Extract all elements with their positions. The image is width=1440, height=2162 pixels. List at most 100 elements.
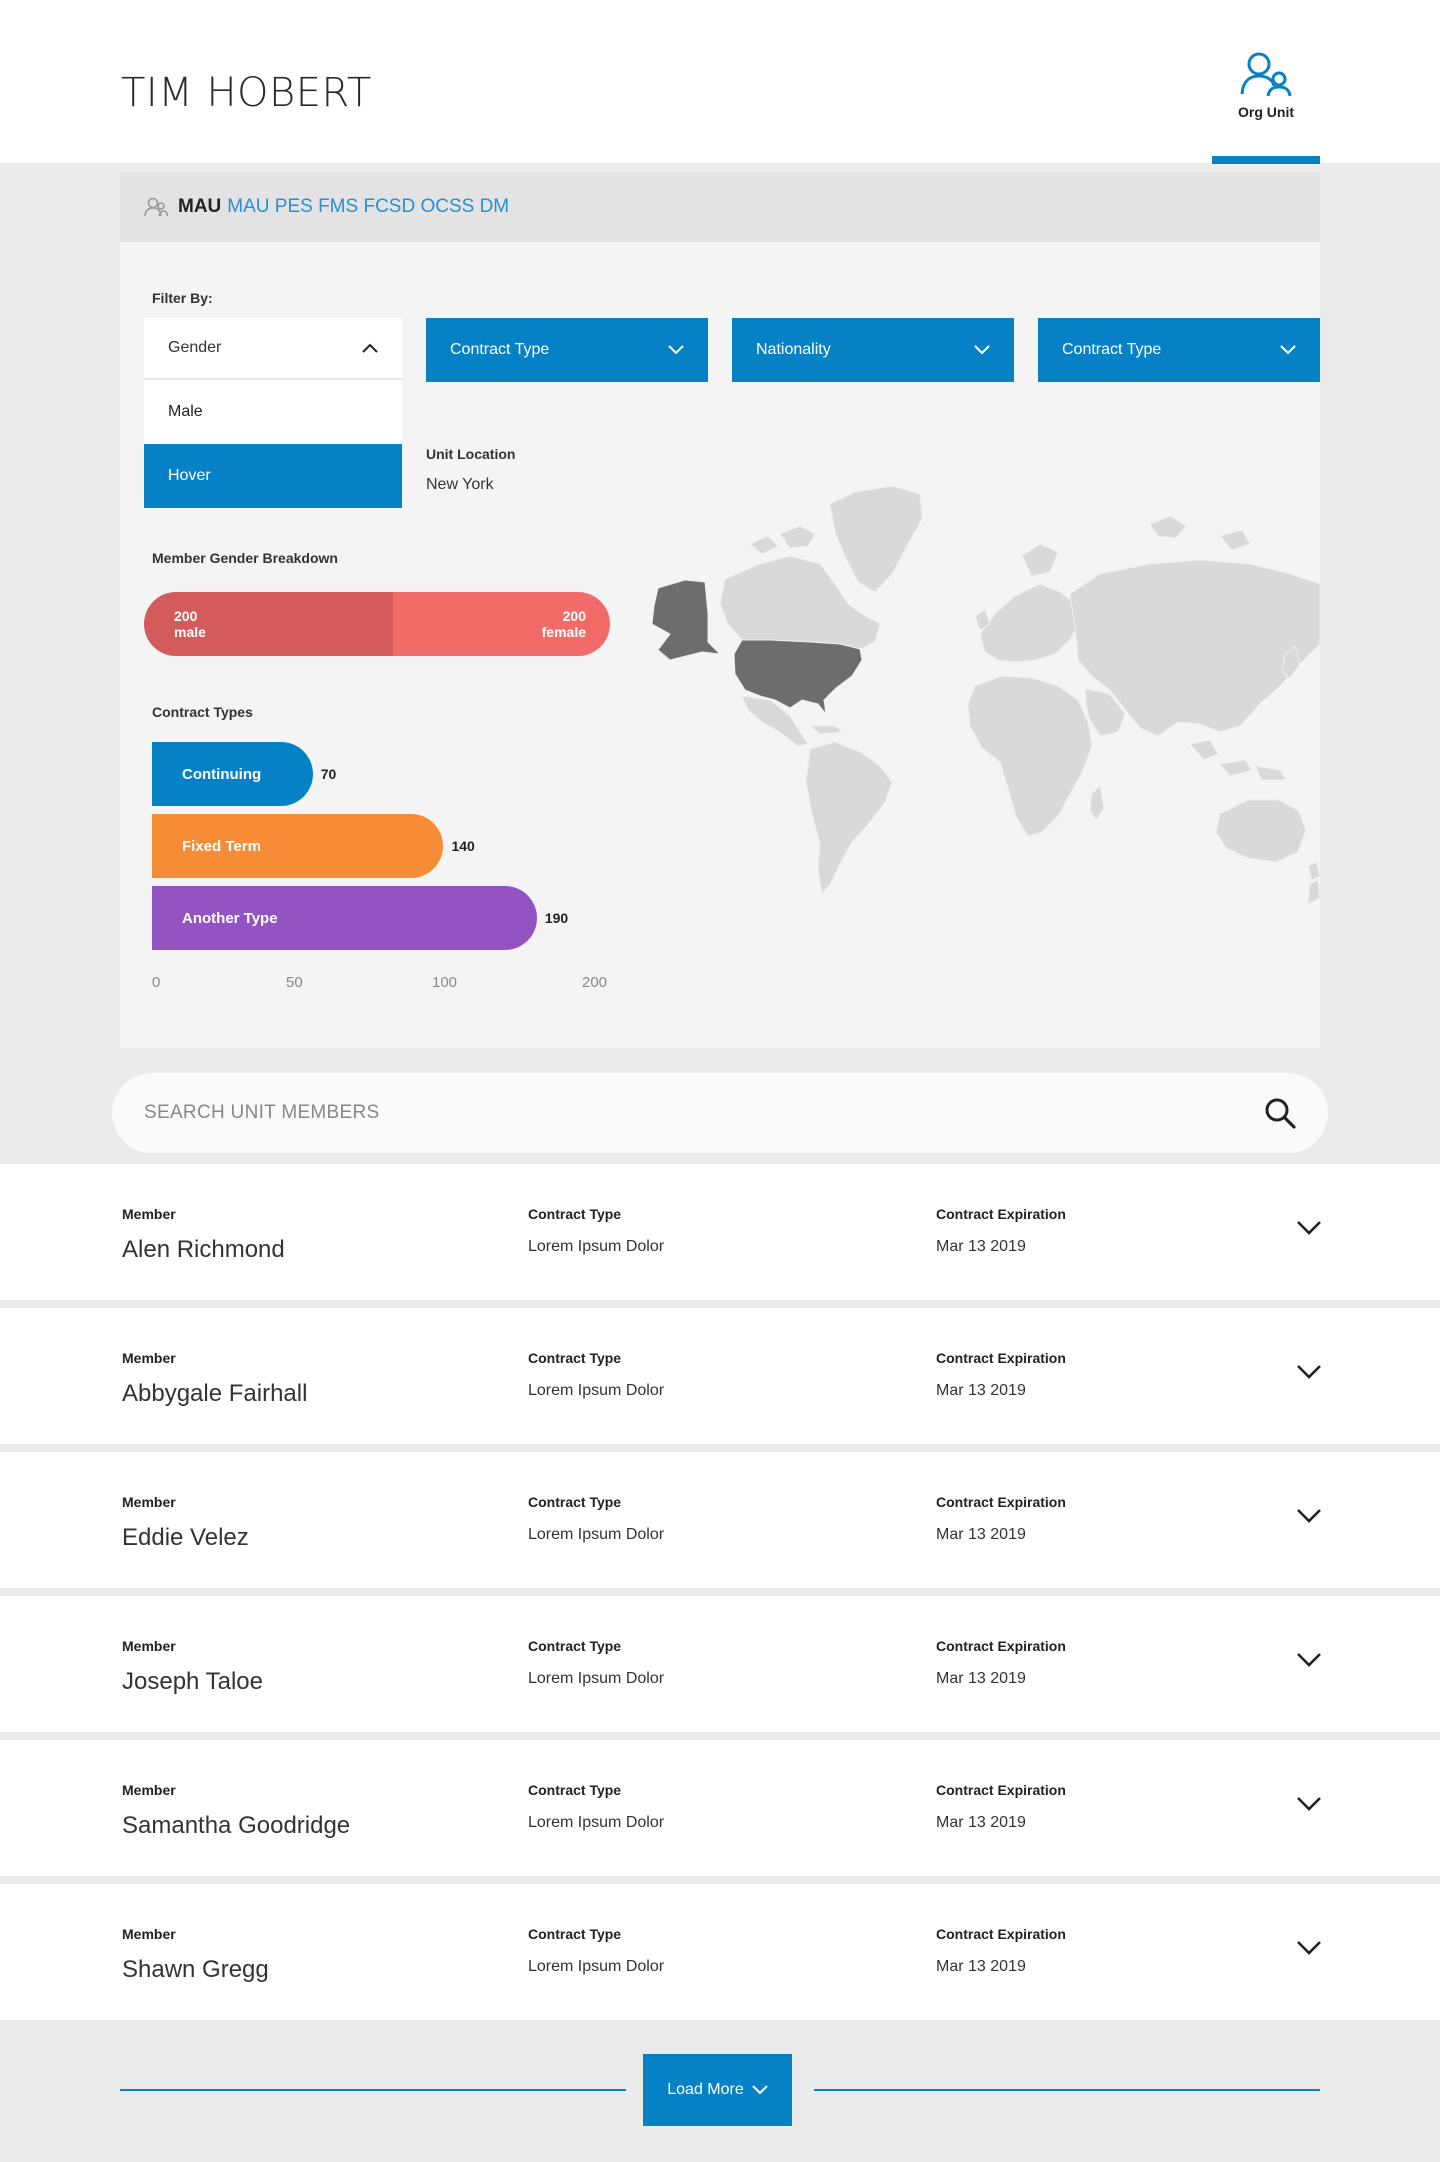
breadcrumb-current: MAU: [178, 196, 222, 217]
gender-dropdown-label: Gender: [168, 339, 222, 356]
chevron-down-icon: [668, 345, 684, 355]
contract-type-col: Contract Type Lorem Ipsum Dolor: [528, 1206, 664, 1256]
contract-type-dropdown-2[interactable]: Contract Type: [1038, 318, 1320, 382]
member-row[interactable]: Member Abbygale Fairhall Contract Type L…: [0, 1308, 1440, 1444]
chart-bar-value: 190: [544, 910, 569, 926]
member-row[interactable]: Member Alen Richmond Contract Type Lorem…: [0, 1164, 1440, 1300]
page-header: TIM HOBERT Org Unit: [0, 0, 1440, 164]
users-icon: [144, 197, 168, 217]
contract-type-col: Contract Type Lorem Ipsum Dolor: [528, 1350, 664, 1400]
female-label: female: [541, 624, 586, 640]
chevron-down-icon: [974, 345, 990, 355]
chart-bar: Another Type: [152, 886, 537, 950]
expiration-col-header: Contract Expiration: [936, 1350, 1066, 1366]
member-col-header: Member: [122, 1638, 176, 1654]
member-contract-type: Lorem Ipsum Dolor: [528, 1814, 665, 1831]
expand-chevron-icon[interactable]: [1296, 1220, 1322, 1236]
expiration-col-header: Contract Expiration: [936, 1638, 1066, 1654]
chart-x-tick: 50: [286, 974, 303, 991]
breadcrumb-links[interactable]: MAU PES FMS FCSD OCSS DM: [227, 196, 509, 218]
chevron-down-icon: [752, 2085, 768, 2095]
expiration-col-header: Contract Expiration: [936, 1926, 1066, 1942]
breadcrumb: MAU MAU PES FMS FCSD OCSS DM: [120, 172, 1320, 242]
chart-title: Contract Types: [152, 704, 253, 720]
member-col: Member Joseph Taloe: [122, 1638, 263, 1696]
world-map: [651, 485, 1320, 905]
member-expiration: Mar 13 2019: [936, 1670, 1026, 1687]
gender-male-segment: 200 male: [144, 592, 393, 656]
search-icon[interactable]: [1264, 1097, 1296, 1129]
chart-bar-value: 140: [451, 838, 475, 854]
org-unit-icon: [1240, 52, 1292, 97]
expand-chevron-icon[interactable]: [1296, 1940, 1322, 1956]
chart-bar-value: 70: [320, 766, 337, 782]
contract-type-col: Contract Type Lorem Ipsum Dolor: [528, 1782, 664, 1832]
load-more-section: Load More: [0, 2020, 1440, 2162]
gender-option-hover[interactable]: Hover: [144, 444, 402, 508]
dropdown-label: Contract Type: [1062, 341, 1162, 358]
contract-type-col: Contract Type Lorem Ipsum Dolor: [528, 1926, 664, 1976]
member-contract-type: Lorem Ipsum Dolor: [528, 1382, 665, 1399]
chart-bar: Fixed Term: [152, 814, 444, 878]
nationality-dropdown[interactable]: Nationality: [732, 318, 1014, 382]
member-row[interactable]: Member Shawn Gregg Contract Type Lorem I…: [0, 1884, 1440, 2020]
contract-type-dropdown[interactable]: Contract Type: [426, 318, 708, 382]
map-south-america: [805, 741, 893, 896]
expand-chevron-icon[interactable]: [1296, 1796, 1322, 1812]
gender-dropdown[interactable]: Gender Male Hover: [144, 318, 402, 508]
female-count: 200: [562, 608, 586, 624]
search-input[interactable]: [144, 1102, 1044, 1124]
expiration-col: Contract Expiration Mar 13 2019: [936, 1638, 1066, 1688]
member-col: Member Eddie Velez: [122, 1494, 249, 1552]
gender-option-male[interactable]: Male: [144, 380, 402, 444]
male-label: male: [174, 624, 206, 640]
member-col-header: Member: [122, 1926, 176, 1942]
member-name: Abbygale Fairhall: [122, 1380, 308, 1407]
member-col-header: Member: [122, 1350, 176, 1366]
gender-dropdown-head[interactable]: Gender: [144, 318, 402, 380]
expand-chevron-icon[interactable]: [1296, 1364, 1322, 1380]
expiration-col-header: Contract Expiration: [936, 1782, 1066, 1798]
member-col: Member Abbygale Fairhall: [122, 1350, 307, 1408]
expand-chevron-icon[interactable]: [1296, 1508, 1322, 1524]
contract-type-col: Contract Type Lorem Ipsum Dolor: [528, 1638, 664, 1688]
load-more-label: Load More: [667, 2081, 744, 2098]
member-name: Eddie Velez: [122, 1524, 249, 1551]
member-search[interactable]: [112, 1073, 1328, 1153]
contract-type-col-header: Contract Type: [528, 1638, 622, 1654]
member-col: Member Alen Richmond: [122, 1206, 285, 1264]
chevron-up-icon: [362, 343, 378, 353]
map-australia: [1215, 799, 1307, 863]
members-list: Member Alen Richmond Contract Type Lorem…: [0, 1164, 1440, 2028]
expiration-col-header: Contract Expiration: [936, 1206, 1066, 1222]
expand-chevron-icon[interactable]: [1296, 1652, 1322, 1668]
load-more-button[interactable]: Load More: [643, 2054, 792, 2126]
dropdown-label: Nationality: [756, 341, 831, 358]
member-row[interactable]: Member Samantha Goodridge Contract Type …: [0, 1740, 1440, 1876]
chart-x-tick: 0: [152, 974, 161, 991]
member-contract-type: Lorem Ipsum Dolor: [528, 1670, 665, 1687]
member-contract-type: Lorem Ipsum Dolor: [528, 1526, 665, 1543]
contract-type-col-header: Contract Type: [528, 1350, 622, 1366]
member-row[interactable]: Member Eddie Velez Contract Type Lorem I…: [0, 1452, 1440, 1588]
unit-location-value: New York: [426, 476, 494, 493]
chart-x-tick: 200: [582, 974, 608, 991]
member-expiration: Mar 13 2019: [936, 1958, 1026, 1975]
unit-location-label: Unit Location: [426, 446, 516, 462]
member-name: Alen Richmond: [122, 1236, 285, 1263]
member-expiration: Mar 13 2019: [936, 1814, 1026, 1831]
expiration-col: Contract Expiration Mar 13 2019: [936, 1206, 1066, 1256]
member-col-header: Member: [122, 1782, 176, 1798]
member-row[interactable]: Member Joseph Taloe Contract Type Lorem …: [0, 1596, 1440, 1732]
org-unit-label: Org Unit: [1238, 104, 1294, 120]
member-expiration: Mar 13 2019: [936, 1238, 1026, 1255]
male-count: 200: [174, 608, 198, 624]
chart-x-tick: 100: [432, 974, 458, 991]
contract-type-col: Contract Type Lorem Ipsum Dolor: [528, 1494, 664, 1544]
member-contract-type: Lorem Ipsum Dolor: [528, 1958, 665, 1975]
divider-line: [814, 2089, 1320, 2091]
member-col-header: Member: [122, 1494, 176, 1510]
page-title: TIM HOBERT: [121, 70, 372, 116]
org-unit-tab[interactable]: Org Unit: [1212, 44, 1320, 164]
contract-type-col-header: Contract Type: [528, 1206, 622, 1222]
